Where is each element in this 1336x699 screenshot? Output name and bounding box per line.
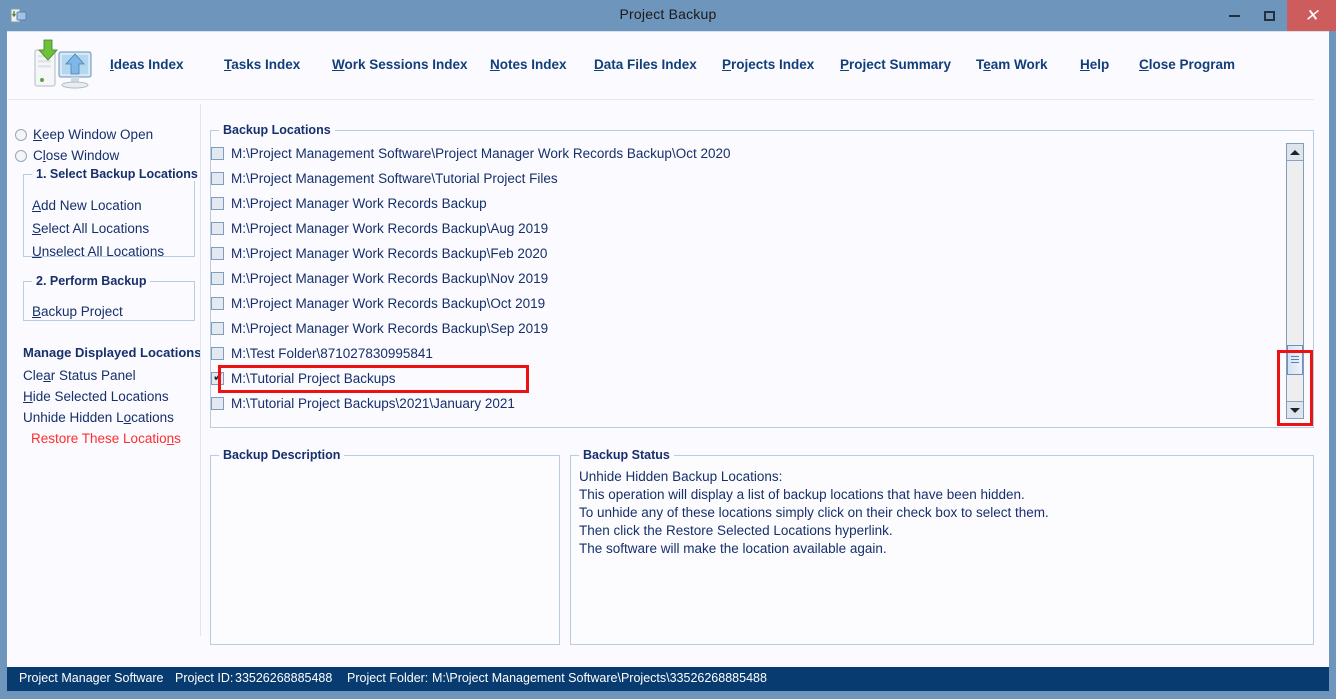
location-path: M:\Project Manager Work Records Backup\N… (231, 271, 549, 286)
location-checkbox[interactable] (211, 322, 224, 335)
location-path: M:\Test Folder\871027830995841 (231, 346, 433, 361)
maximize-button[interactable] (1252, 0, 1287, 31)
scroll-down-button[interactable] (1287, 401, 1303, 418)
location-path: M:\Project Manager Work Records Backup\F… (231, 246, 548, 261)
location-checkbox[interactable] (211, 222, 224, 235)
window-controls: ✕ (1217, 0, 1336, 31)
group-title: 2. Perform Backup (32, 274, 151, 288)
status-line: To unhide any of these locations simply … (579, 505, 1049, 520)
backup-locations-title: Backup Locations (219, 123, 335, 137)
nav-divider (8, 99, 1314, 100)
location-path: M:\Project Management Software\Tutorial … (231, 171, 558, 186)
app-logo-icon (33, 38, 95, 93)
left-sidebar: Keep Window Open Close Window 1. Select … (8, 104, 202, 636)
location-checkbox[interactable] (211, 347, 224, 360)
nav-item-ideas-index[interactable]: Ideas Index (110, 57, 184, 72)
status-project-folder: M:\Project Management Software\Projects\… (432, 671, 767, 685)
nav-item-tasks-index[interactable]: Tasks Index (224, 57, 300, 72)
close-icon: ✕ (1304, 6, 1319, 25)
nav-item-work-sessions-index[interactable]: Work Sessions Index (332, 57, 468, 72)
backup-status-title: Backup Status (579, 448, 674, 462)
project-backup-window: Project Backup ✕ Ideas Index Tasks Index… (0, 0, 1336, 699)
backup-description-title: Backup Description (219, 448, 345, 462)
close-button[interactable]: ✕ (1287, 0, 1336, 31)
link-add-new-location[interactable]: Add New Location (32, 198, 142, 213)
maximize-icon (1264, 10, 1275, 21)
status-line: Then click the Restore Selected Location… (579, 523, 893, 538)
nav-item-close-program[interactable]: Close Program (1139, 57, 1235, 72)
location-checkbox[interactable] (211, 370, 224, 385)
location-row[interactable]: M:\Test Folder\871027830995841 (211, 341, 433, 366)
location-row[interactable]: M:\Project Manager Work Records Backup\O… (211, 291, 545, 316)
location-row[interactable]: M:\Project Manager Work Records Backup\F… (211, 241, 547, 266)
location-path: M:\Project Manager Work Records Backup\A… (231, 221, 549, 236)
location-path: M:\Project Manager Work Records Backup\O… (231, 296, 546, 311)
location-path: M:\Project Management Software\Project M… (231, 146, 731, 161)
radio-label: Keep Window Open (33, 127, 154, 142)
status-line: Unhide Hidden Backup Locations: (579, 469, 783, 484)
nav-item-notes-index[interactable]: Notes Index (490, 57, 567, 72)
grip-icon (1291, 356, 1299, 363)
radio-close-window[interactable]: Close Window (15, 148, 119, 163)
location-row[interactable]: M:\Project Manager Work Records Backup\A… (211, 216, 548, 241)
nav-item-projects-index[interactable]: Projects Index (722, 57, 814, 72)
backup-status-text: Unhide Hidden Backup Locations: This ope… (579, 468, 1303, 558)
location-checkbox[interactable] (211, 397, 224, 410)
group-title: 1. Select Backup Locations (32, 167, 202, 181)
main-navigation: Ideas Index Tasks Index Work Sessions In… (110, 57, 1290, 85)
link-select-all-locations[interactable]: Select All Locations (32, 221, 149, 236)
link-restore-these-locations[interactable]: Restore These Locations (31, 431, 181, 446)
location-checkbox[interactable] (211, 247, 224, 260)
status-bar: Project Manager Software Project ID: 335… (7, 667, 1329, 691)
locations-scrollbar[interactable] (1286, 143, 1304, 419)
triangle-down-icon (1290, 407, 1300, 413)
status-project-id: 33526268885488 (235, 671, 333, 685)
location-row[interactable]: M:\Project Management Software\Project M… (211, 141, 730, 166)
location-row-selected[interactable]: M:\Tutorial Project Backups (211, 366, 396, 391)
status-line: This operation will display a list of ba… (579, 487, 1025, 502)
status-project-folder-label: Project Folder: (347, 671, 429, 685)
link-backup-project[interactable]: Backup Project (32, 304, 123, 319)
location-checkbox[interactable] (211, 197, 224, 210)
location-row[interactable]: M:\Project Manager Work Records Backup\N… (211, 266, 548, 291)
location-checkbox[interactable] (211, 297, 224, 310)
nav-item-help[interactable]: Help (1080, 57, 1109, 72)
location-checkbox[interactable] (211, 147, 224, 160)
location-path: M:\Project Manager Work Records Backup (231, 196, 487, 211)
nav-item-project-summary[interactable]: Project Summary (840, 57, 951, 72)
status-app-name: Project Manager Software (19, 671, 164, 685)
status-line: The software will make the location avai… (579, 541, 887, 556)
status-project-id-label: Project ID: (175, 671, 234, 685)
nav-item-data-files-index[interactable]: Data Files Index (594, 57, 697, 72)
radio-icon (15, 150, 27, 162)
location-row[interactable]: M:\Project Manager Work Records Backup (211, 191, 487, 216)
sidebar-divider (200, 104, 201, 636)
location-row[interactable]: M:\Tutorial Project Backups\2021\January… (211, 391, 515, 416)
minimize-button[interactable] (1217, 0, 1252, 31)
manage-heading: Manage Displayed Locations (23, 345, 202, 360)
triangle-up-icon (1290, 149, 1300, 155)
location-path: M:\Tutorial Project Backups (231, 371, 396, 386)
scroll-up-button[interactable] (1287, 144, 1303, 161)
backup-description-input[interactable] (213, 466, 557, 642)
link-unselect-all-locations[interactable]: Unselect All Locations (32, 244, 164, 259)
location-checkbox[interactable] (211, 272, 224, 285)
backup-locations-list: M:\Project Management Software\Project M… (211, 141, 1269, 421)
link-hide-selected-locations[interactable]: Hide Selected Locations (23, 389, 169, 404)
nav-item-team-work[interactable]: Team Work (976, 57, 1048, 72)
title-bar: Project Backup ✕ (0, 0, 1336, 31)
radio-icon (15, 129, 27, 141)
radio-keep-window-open[interactable]: Keep Window Open (15, 127, 153, 142)
window-title: Project Backup (619, 6, 717, 22)
location-row[interactable]: M:\Project Management Software\Tutorial … (211, 166, 558, 191)
radio-label: Close Window (33, 148, 120, 163)
location-checkbox[interactable] (211, 172, 224, 185)
link-clear-status-panel[interactable]: Clear Status Panel (23, 368, 136, 383)
location-path: M:\Tutorial Project Backups\2021\January… (231, 396, 515, 411)
link-unhide-hidden-locations[interactable]: Unhide Hidden Locations (23, 410, 174, 425)
location-path: M:\Project Manager Work Records Backup\S… (231, 321, 549, 336)
location-row[interactable]: M:\Project Manager Work Records Backup\S… (211, 316, 548, 341)
scroll-thumb[interactable] (1287, 345, 1303, 375)
minimize-icon (1229, 14, 1240, 17)
